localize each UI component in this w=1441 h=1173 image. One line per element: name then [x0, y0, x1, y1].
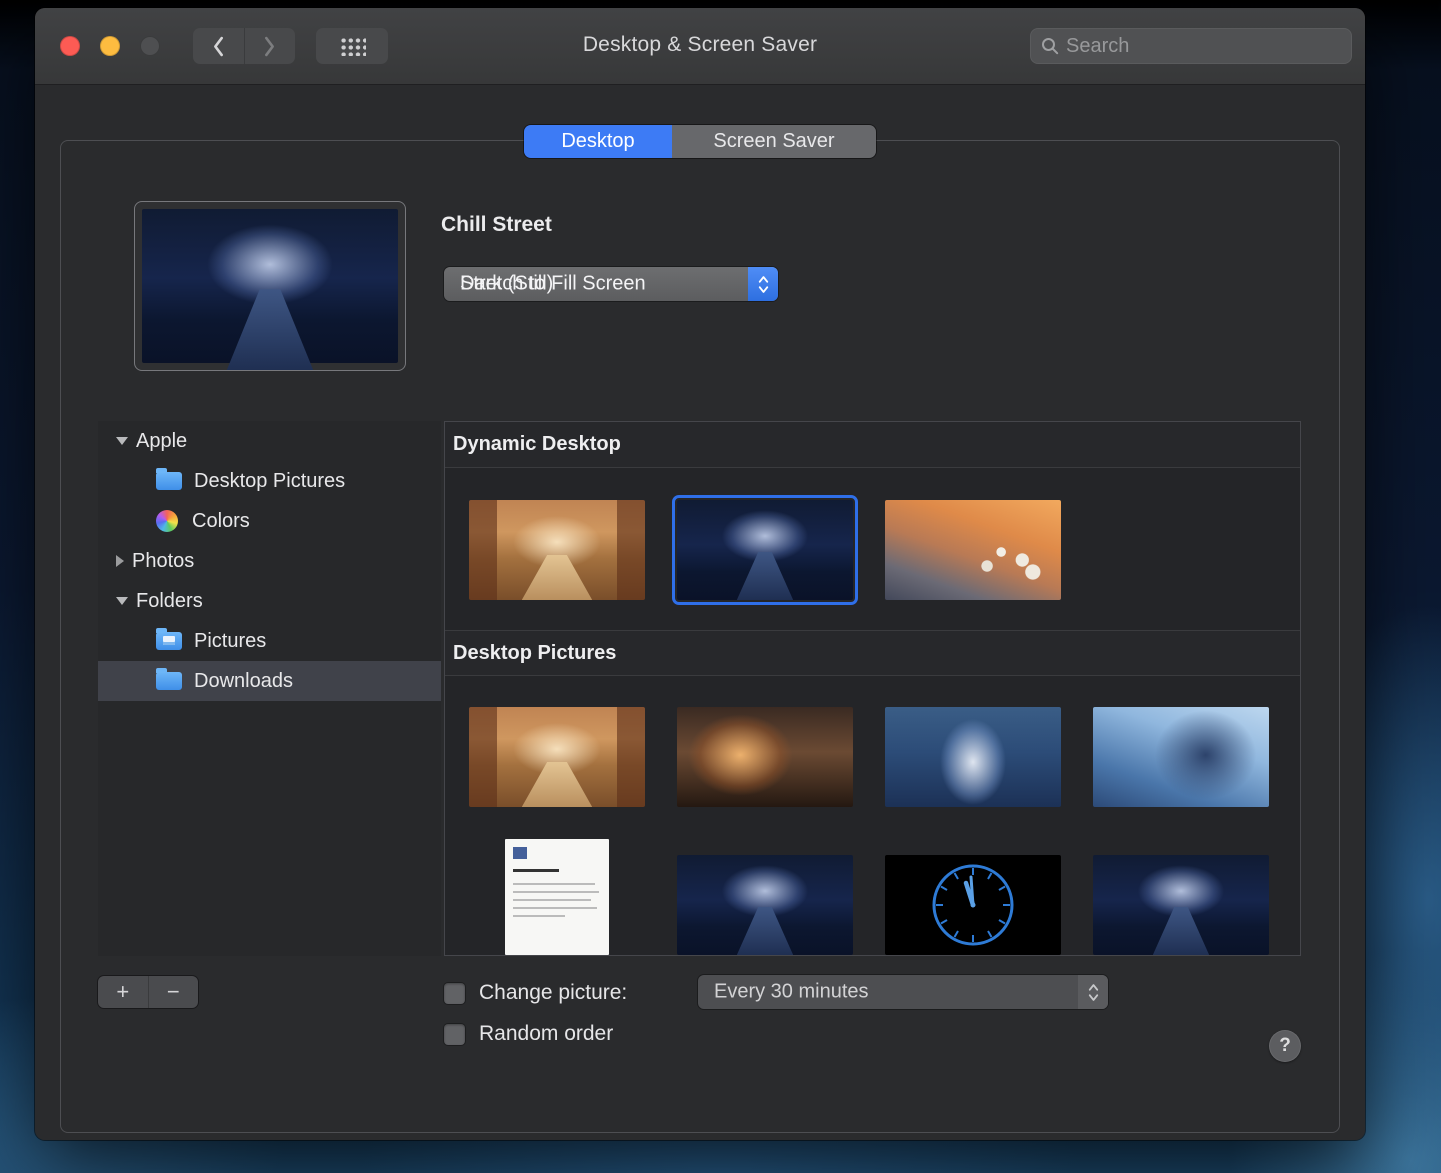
sidebar-item-label: Pictures [194, 629, 267, 652]
desktop-pictures-row-2 [469, 839, 1269, 955]
zoom-button[interactable] [140, 36, 160, 56]
sidebar-item-label: Folders [136, 589, 203, 612]
help-button[interactable]: ? [1269, 1030, 1301, 1062]
sidebar-item-label: Apple [136, 429, 188, 452]
section-title: Desktop Pictures [453, 641, 617, 664]
random-order-label: Random order [479, 1022, 614, 1045]
thumbnail-document-slot [469, 839, 645, 955]
content-panel: Chill Street Dark (Still) Stretch to Fil… [60, 140, 1340, 1133]
add-remove-control: + − [98, 976, 198, 1008]
sidebar-item-label: Photos [132, 549, 195, 572]
fit-mode-value-b: Stretch to Fill Screen [460, 272, 646, 295]
section-header-desktop-pictures: Desktop Pictures [445, 630, 1300, 676]
titlebar: Desktop & Screen Saver [35, 8, 1365, 85]
clock-face-icon [932, 864, 1014, 946]
thumbnail-anime-portrait-ice[interactable] [1093, 707, 1269, 807]
remove-folder-button[interactable]: − [147, 976, 199, 1008]
minimize-button[interactable] [100, 36, 120, 56]
thumbnail-document[interactable] [505, 839, 609, 955]
wallpaper-preview-image [142, 209, 398, 363]
sidebar-item-label: Desktop Pictures [194, 469, 346, 492]
folder-icon [156, 468, 182, 490]
nav-buttons [193, 28, 295, 64]
sidebar-item-apple[interactable]: Apple [98, 421, 441, 461]
add-folder-button[interactable]: + [98, 976, 148, 1008]
sidebar-item-desktop-pictures[interactable]: Desktop Pictures [98, 461, 441, 501]
preferences-window: Desktop & Screen Saver Chill Street Dark… [35, 8, 1365, 1140]
tab-screen-saver[interactable]: Screen Saver [672, 125, 876, 158]
forward-button[interactable] [243, 28, 296, 64]
fit-mode-dropdown[interactable]: Dark (Still) Stretch to Fill Screen [444, 267, 778, 301]
sidebar-item-downloads[interactable]: Downloads [98, 661, 441, 701]
dynamic-desktop-thumbnails [469, 495, 1061, 605]
thumbnail-warm-street[interactable] [469, 500, 645, 600]
search-icon [1042, 38, 1059, 55]
desktop-pictures-row-1 [469, 707, 1269, 807]
tab-bar: Desktop Screen Saver [524, 125, 876, 158]
sidebar-item-photos[interactable]: Photos [98, 541, 441, 581]
random-order-row: Random order [444, 1017, 613, 1051]
sidebar-item-label: Colors [192, 509, 250, 532]
sidebar-item-label: Downloads [194, 669, 293, 692]
sidebar-item-pictures[interactable]: Pictures [98, 621, 441, 661]
dropdown-stepper-icon[interactable] [1078, 975, 1108, 1009]
thumbnail-warm-street[interactable] [469, 707, 645, 807]
change-picture-row: Change picture: [444, 976, 627, 1010]
search-input[interactable] [1066, 34, 1342, 58]
back-button[interactable] [193, 28, 244, 64]
interval-dropdown[interactable]: Every 30 minutes [698, 975, 1108, 1009]
search-field[interactable] [1030, 28, 1352, 64]
thumbnail-anime-portrait-warm[interactable] [677, 707, 853, 807]
wallpaper-title: Chill Street [441, 213, 552, 236]
grid-icon [338, 36, 366, 56]
wallpaper-browser-pane: Dynamic Desktop Desktop Pictures [444, 421, 1301, 956]
chevron-left-icon [213, 36, 223, 56]
section-title: Dynamic Desktop [453, 433, 621, 455]
chevron-right-icon [265, 36, 275, 56]
thumbnail-clock[interactable] [885, 855, 1061, 955]
thumbnail-chill-street-selected[interactable] [672, 495, 858, 605]
sidebar-item-colors[interactable]: Colors [98, 501, 441, 541]
thumbnail-santorini-sunset[interactable] [885, 500, 1061, 600]
thumbnail-chill-street-night[interactable] [1093, 855, 1269, 955]
close-button[interactable] [60, 36, 80, 56]
show-all-button[interactable] [316, 28, 388, 64]
source-list-sidebar: Apple Desktop Pictures Colors Photos Fol… [98, 421, 441, 956]
tab-desktop[interactable]: Desktop [524, 125, 672, 158]
dropdown-stepper-icon[interactable] [748, 267, 778, 301]
window-title: Desktop & Screen Saver [582, 33, 818, 56]
sidebar-item-folders[interactable]: Folders [98, 581, 441, 621]
random-order-checkbox[interactable] [444, 1023, 465, 1045]
interval-value: Every 30 minutes [714, 980, 869, 1003]
pictures-folder-icon [156, 628, 182, 650]
change-picture-checkbox[interactable] [444, 982, 465, 1004]
section-header-dynamic-desktop: Dynamic Desktop [445, 422, 1300, 468]
window-content: Chill Street Dark (Still) Stretch to Fil… [35, 85, 1365, 1140]
disclosure-open-icon[interactable] [116, 597, 128, 605]
wallpaper-preview-well [134, 201, 406, 371]
disclosure-closed-icon[interactable] [116, 555, 124, 567]
folder-icon [156, 668, 182, 690]
change-picture-label: Change picture: [479, 981, 628, 1004]
thumbnail-anime-portrait-blue[interactable] [885, 707, 1061, 807]
thumbnail-chill-street-night[interactable] [677, 855, 853, 955]
color-wheel-icon [156, 510, 178, 532]
disclosure-open-icon[interactable] [116, 437, 128, 445]
